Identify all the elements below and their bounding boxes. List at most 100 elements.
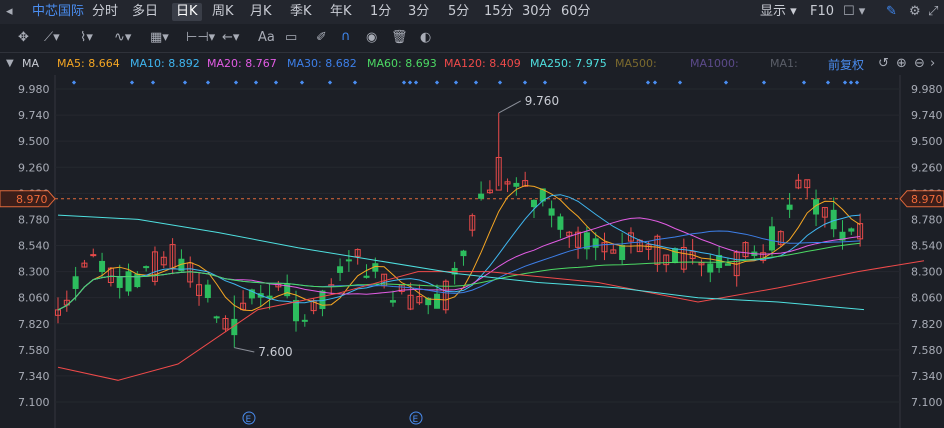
toggle-icon[interactable]: ◐ bbox=[420, 31, 431, 45]
period-tab-0[interactable]: 分时 bbox=[92, 3, 118, 21]
period-tab-3[interactable]: 周K bbox=[212, 3, 234, 21]
candle-body bbox=[786, 204, 793, 210]
comment-tool-icon[interactable]: ▭ bbox=[285, 31, 297, 45]
settings-icon[interactable]: ⚙ bbox=[909, 5, 921, 19]
period-tab-5[interactable]: 季K bbox=[290, 3, 312, 21]
zoom-out-icon[interactable]: ⊖ bbox=[914, 57, 925, 71]
candle-body bbox=[672, 248, 679, 264]
candle-body bbox=[99, 260, 106, 273]
candle-body bbox=[389, 300, 396, 303]
next-icon[interactable]: › bbox=[930, 57, 935, 71]
candle-body bbox=[557, 216, 564, 230]
y-tick-left: 9.980 bbox=[18, 83, 50, 96]
drawing-toolbar: ✥ ⟋▾ ⌇▾ ∿▾ ▦▾ ⊢⊣▾ ←▾ Aa ▭ ✐ ∩ ◉ 🗑 ◐ bbox=[0, 24, 944, 53]
candle-body bbox=[619, 244, 626, 260]
ma-legend-9: MA1: bbox=[770, 57, 798, 70]
y-tick-right: 8.780 bbox=[911, 213, 943, 226]
measure-tool-icon[interactable]: ⊢⊣▾ bbox=[186, 31, 215, 45]
y-tick-right: 7.820 bbox=[911, 318, 943, 331]
ma-legend-4: MA60: 8.693 bbox=[367, 57, 437, 70]
y-tick-left: 8.060 bbox=[18, 292, 50, 305]
period-tab-8[interactable]: 3分 bbox=[408, 3, 429, 21]
indicator-label[interactable]: MA bbox=[22, 57, 39, 70]
candle-body bbox=[125, 271, 132, 292]
candle-body bbox=[848, 228, 855, 232]
eye-icon[interactable]: ◉ bbox=[366, 31, 377, 45]
expand-icon[interactable]: ⤢ bbox=[928, 5, 938, 19]
period-tab-2[interactable]: 日K bbox=[172, 3, 202, 21]
y-tick-left: 9.740 bbox=[18, 109, 50, 122]
y-tick-right: 8.540 bbox=[911, 240, 943, 253]
candle-body bbox=[90, 254, 97, 257]
magnet-icon[interactable]: ∩ bbox=[341, 30, 351, 44]
current-price-label-right: 8.970 bbox=[911, 193, 943, 206]
back-arrow-icon[interactable]: ◂ bbox=[6, 5, 13, 19]
kline-chart[interactable]: 9.980 9.980 9.740 9.740 9.500 9.500 9.260 9.260… bbox=[0, 75, 944, 428]
y-tick-left: 8.300 bbox=[18, 266, 50, 279]
candle-body bbox=[301, 319, 308, 322]
period-tab-4[interactable]: 月K bbox=[250, 3, 272, 21]
candle-body bbox=[213, 316, 220, 319]
period-tab-7[interactable]: 1分 bbox=[370, 3, 391, 21]
display-dropdown[interactable]: 显示 ▾ bbox=[760, 3, 797, 21]
candle-body bbox=[434, 293, 441, 309]
ma-legend-0: MA5: 8.664 bbox=[57, 57, 120, 70]
candle-body bbox=[513, 182, 520, 187]
candle-body bbox=[337, 266, 344, 273]
candle-body bbox=[548, 208, 555, 216]
zoom-in-icon[interactable]: ⊕ bbox=[896, 57, 907, 71]
period-tab-12[interactable]: 60分 bbox=[561, 3, 591, 21]
y-tick-right: 8.300 bbox=[911, 266, 943, 279]
high-annotation: 9.760 bbox=[525, 94, 559, 108]
candle-body bbox=[707, 263, 714, 273]
ma-legend-8: MA1000: bbox=[690, 57, 739, 70]
y-tick-right: 7.100 bbox=[911, 396, 943, 409]
candle-body bbox=[830, 209, 837, 230]
y-tick-left: 8.780 bbox=[18, 213, 50, 226]
y-tick-left: 7.580 bbox=[18, 344, 50, 357]
event-marker-label: E bbox=[246, 415, 252, 425]
pen-icon[interactable]: ✎ bbox=[886, 5, 897, 19]
y-tick-left: 7.100 bbox=[18, 396, 50, 409]
ma-legend-1: MA10: 8.892 bbox=[130, 57, 200, 70]
eraser-icon[interactable]: ✐ bbox=[316, 31, 327, 45]
ma-legend-3: MA30: 8.682 bbox=[287, 57, 357, 70]
adjust-dropdown[interactable]: 前复权 bbox=[828, 56, 864, 73]
ma-legend-5: MA120: 8.409 bbox=[444, 57, 521, 70]
y-tick-right: 9.260 bbox=[911, 161, 943, 174]
candle-body bbox=[72, 276, 79, 289]
wave-tool-icon[interactable]: ∿▾ bbox=[114, 31, 131, 45]
y-tick-right: 9.980 bbox=[911, 83, 943, 96]
polyline-tool-icon[interactable]: ⌇▾ bbox=[80, 31, 93, 45]
f10-button[interactable]: F10 bbox=[810, 3, 834, 21]
collapse-icon[interactable]: ▼ bbox=[6, 57, 14, 71]
period-tab-1[interactable]: 多日 bbox=[132, 3, 158, 21]
text-tool-icon[interactable]: Aa bbox=[258, 31, 275, 45]
y-tick-right: 7.340 bbox=[911, 370, 943, 383]
checkbox-icon[interactable]: ☐ ▾ bbox=[843, 5, 865, 19]
trash-icon[interactable]: 🗑 bbox=[391, 31, 408, 45]
ma-legend-7: MA500: bbox=[615, 57, 657, 70]
period-tab-6[interactable]: 年K bbox=[330, 3, 352, 21]
y-tick-left: 9.500 bbox=[18, 135, 50, 148]
current-price-label-left: 8.970 bbox=[16, 193, 48, 206]
period-tab-9[interactable]: 5分 bbox=[448, 3, 469, 21]
ma-legend-2: MA20: 8.767 bbox=[207, 57, 277, 70]
move-tool-icon[interactable]: ✥ bbox=[18, 31, 29, 45]
y-tick-right: 9.740 bbox=[911, 109, 943, 122]
candle-body bbox=[292, 299, 299, 322]
period-tab-10[interactable]: 15分 bbox=[484, 3, 514, 21]
undo-icon[interactable]: ↺ bbox=[878, 57, 889, 71]
line-tool-icon[interactable]: ⟋▾ bbox=[44, 31, 60, 45]
low-annotation: 7.600 bbox=[258, 345, 292, 359]
period-tab-11[interactable]: 30分 bbox=[522, 3, 552, 21]
candle-body bbox=[345, 259, 352, 262]
y-tick-left: 9.260 bbox=[18, 161, 50, 174]
arrow-tool-icon[interactable]: ←▾ bbox=[222, 31, 239, 45]
fib-tool-icon[interactable]: ▦▾ bbox=[150, 31, 169, 45]
candle-body bbox=[460, 250, 467, 257]
candle-body bbox=[768, 226, 775, 251]
candle-body bbox=[363, 275, 370, 278]
indicator-bar: ▼ MA MA5: 8.664 MA10: 8.892 MA20: 8.767 MA3… bbox=[0, 53, 944, 75]
display-label: 显示 bbox=[760, 4, 787, 19]
